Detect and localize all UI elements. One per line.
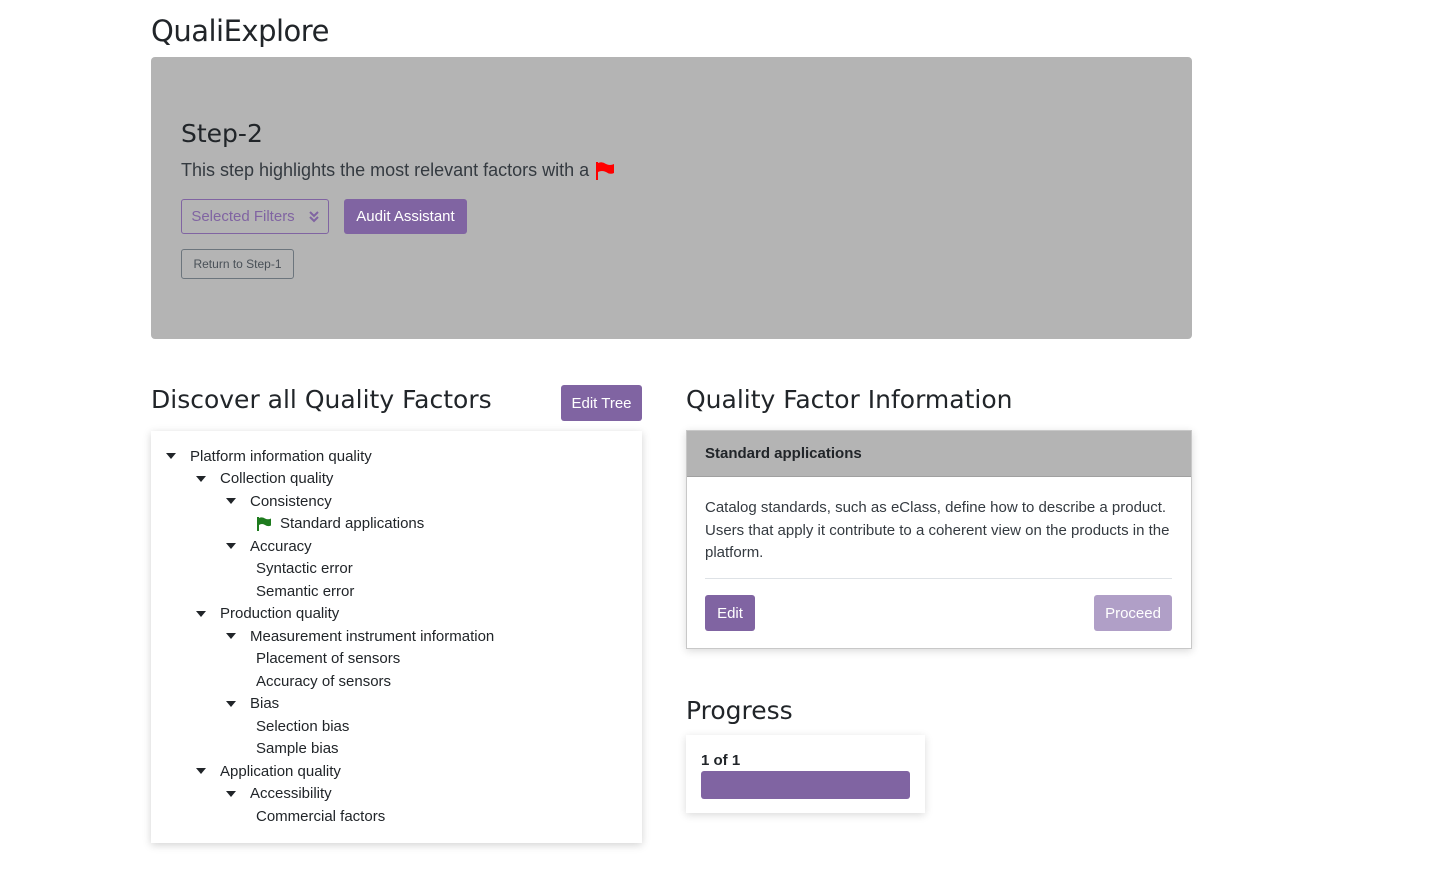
- step-title: Step-2: [181, 119, 263, 148]
- audit-assistant-button[interactable]: Audit Assistant: [344, 199, 467, 234]
- caret-down-icon[interactable]: [226, 543, 236, 549]
- selected-filters-button[interactable]: Selected Filters: [181, 199, 329, 234]
- tree-node[interactable]: Semantic error: [256, 581, 354, 601]
- caret-down-icon[interactable]: [166, 453, 176, 459]
- caret-down-icon[interactable]: [196, 610, 206, 617]
- caret-down-icon[interactable]: [196, 768, 206, 774]
- tree-node[interactable]: Accessibility: [226, 784, 332, 804]
- tree-node-label: Selection bias: [256, 717, 350, 735]
- tree-node[interactable]: Standard applications: [256, 514, 424, 534]
- tree-node[interactable]: Measurement instrument information: [226, 626, 494, 646]
- info-section-title: Quality Factor Information: [686, 385, 1013, 414]
- tree-node-label: Syntactic error: [256, 560, 353, 577]
- tree-node-label: Consistency: [250, 492, 332, 510]
- flag-icon: [257, 516, 271, 531]
- tree-node[interactable]: Placement of sensors: [256, 649, 400, 669]
- selected-filters-label: Selected Filters: [191, 208, 295, 225]
- proceed-button[interactable]: Proceed: [1094, 595, 1172, 631]
- flag-icon: [596, 161, 615, 180]
- tree-node-label: Bias: [250, 695, 280, 712]
- tree-node[interactable]: Accuracy: [226, 536, 312, 556]
- quality-factor-card: Standard applications Catalog standards,…: [686, 430, 1192, 649]
- card-title: Standard applications: [687, 431, 1191, 477]
- tree-node[interactable]: Commercial factors: [256, 806, 385, 826]
- progress-fill: [701, 771, 910, 799]
- card-divider: [705, 578, 1172, 579]
- tree-node-label: Standard applications: [280, 515, 425, 532]
- tree-section-title: Discover all Quality Factors: [151, 385, 492, 414]
- tree-node-label: Platform information quality: [190, 447, 372, 465]
- tree-node-label: Measurement instrument information: [250, 627, 495, 645]
- tree-node[interactable]: Platform information quality: [166, 446, 372, 466]
- tree-node[interactable]: Syntactic error: [256, 559, 353, 579]
- tree-node-label: Collection quality: [220, 470, 334, 487]
- tree-node-label: Accuracy of sensors: [256, 672, 392, 690]
- tree-node-label: Application quality: [220, 762, 341, 780]
- tree-node-label: Placement of sensors: [256, 650, 401, 667]
- tree-node[interactable]: Accuracy of sensors: [256, 671, 391, 691]
- tree-node-label: Sample bias: [256, 740, 339, 757]
- step-description-row: This step highlights the most relevant f…: [181, 160, 615, 181]
- edit-tree-button[interactable]: Edit Tree: [561, 385, 642, 421]
- double-chevron-down-icon: [308, 210, 319, 222]
- tree-node[interactable]: Production quality: [196, 604, 339, 624]
- tree-node[interactable]: Consistency: [226, 491, 332, 511]
- tree-node-label: Commercial factors: [256, 807, 386, 825]
- tree-node-label: Accessibility: [250, 785, 332, 802]
- tree-node[interactable]: Application quality: [196, 761, 341, 781]
- tree-node[interactable]: Selection bias: [256, 716, 349, 736]
- caret-down-icon[interactable]: [226, 790, 236, 797]
- tree-node-label: Production quality: [220, 605, 340, 622]
- progress-card: 1 of 1: [686, 735, 925, 813]
- tree-node-label: Accuracy: [250, 537, 312, 555]
- tree-node[interactable]: Sample bias: [256, 739, 339, 759]
- app-title: QualiExplore: [151, 14, 329, 48]
- caret-down-icon[interactable]: [226, 700, 236, 707]
- step-panel: Step-2 This step highlights the most rel…: [151, 57, 1192, 339]
- progress-label: 1 of 1: [701, 752, 741, 769]
- quality-factor-tree: Platform information quality Collection q…: [151, 431, 642, 843]
- progress-title: Progress: [686, 696, 793, 725]
- caret-down-icon[interactable]: [226, 633, 236, 639]
- card-description: Catalog standards, such as eClass, defin…: [705, 499, 1170, 561]
- step-description: This step highlights the most relevant f…: [181, 160, 590, 180]
- tree-node[interactable]: Bias: [226, 694, 279, 714]
- caret-down-icon[interactable]: [226, 498, 236, 504]
- tree-node-label: Semantic error: [256, 582, 355, 600]
- edit-button[interactable]: Edit: [705, 595, 755, 631]
- tree-node[interactable]: Collection quality: [196, 469, 333, 489]
- caret-down-icon[interactable]: [196, 475, 206, 482]
- return-to-step1-button[interactable]: Return to Step-1: [181, 249, 294, 279]
- progress-bar: [701, 771, 910, 799]
